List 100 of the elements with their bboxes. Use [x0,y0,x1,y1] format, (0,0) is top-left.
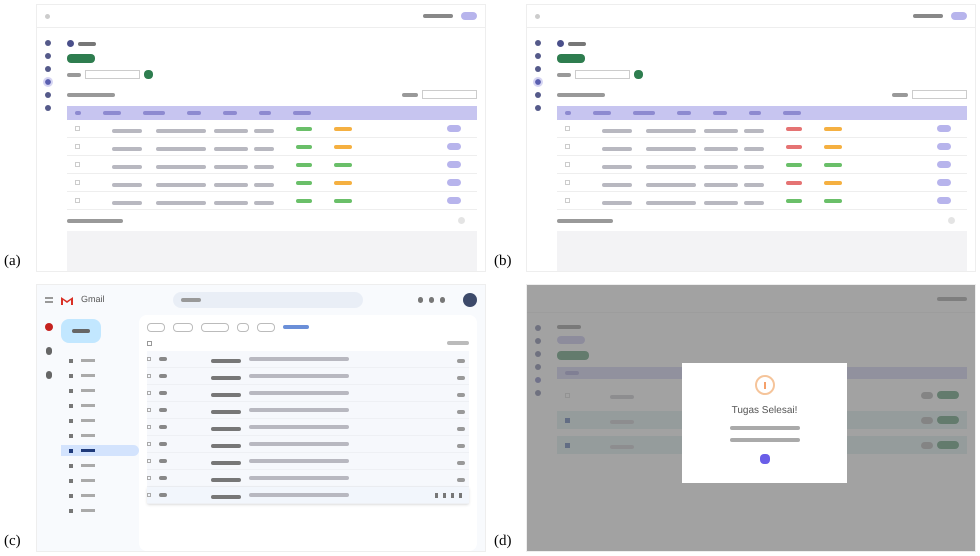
detail-button[interactable] [447,161,461,168]
illegible-text [159,357,167,361]
menu-icon[interactable] [45,14,50,18]
select-field[interactable] [85,70,140,79]
sidebar-icon[interactable] [535,53,541,59]
illegible-text [159,391,167,395]
illegible-text [112,182,142,186]
mail-row[interactable] [147,419,469,436]
search-field[interactable] [912,90,967,99]
illegible-text [646,200,696,204]
filter-chip[interactable] [257,322,275,332]
illegible-text [72,329,90,333]
menu-icon[interactable] [535,14,540,18]
sidebar-icon[interactable] [45,53,51,59]
mail-row[interactable] [147,453,469,470]
filter-chip[interactable] [237,322,249,332]
illegible-text [457,393,465,397]
sidebar-icon[interactable] [535,92,541,98]
mail-row[interactable] [147,351,469,368]
illegible-text [646,128,696,132]
filter-chip[interactable] [147,322,165,332]
filter-chip[interactable] [201,322,229,332]
ok-button[interactable] [760,454,770,464]
detail-button[interactable] [937,197,951,204]
sidebar-icon[interactable] [45,79,51,85]
dialog-title: Tugas Selesai! [732,404,798,418]
mail-row[interactable] [147,385,469,402]
illegible-text [602,146,632,150]
mail-row[interactable] [147,470,469,487]
pagination[interactable] [458,217,465,224]
sidebar-icon[interactable] [45,92,51,98]
meet-rail-icon[interactable] [46,371,52,379]
avatar[interactable] [463,293,477,307]
panel-label: (b) [494,252,512,270]
sidebar-icon[interactable] [45,66,51,72]
sidebar-icon[interactable] [535,105,541,111]
sidebar-icon[interactable] [45,105,51,111]
illegible-text [211,444,241,448]
illegible-text [744,200,764,204]
illegible-text [214,164,248,168]
illegible-text [159,425,167,429]
illegible-text [187,111,201,115]
sidebar-icon[interactable] [535,40,541,46]
illegible-text [214,128,248,132]
illegible-text [159,408,167,412]
illegible-text [67,72,81,76]
user-button[interactable] [461,12,477,20]
mail-row[interactable] [147,436,469,453]
illegible-text [211,495,241,499]
app-logo-text: Gmail [81,293,105,306]
illegible-text [214,200,248,204]
nav-item[interactable] [61,445,139,456]
apply-button[interactable] [634,70,643,79]
illegible-text [211,393,241,397]
illegible-text [602,128,632,132]
detail-button[interactable] [447,197,461,204]
menu-icon[interactable] [45,297,53,303]
page-icon [557,40,564,47]
detail-button[interactable] [447,125,461,132]
select-all-checkbox[interactable] [147,340,152,346]
detail-button[interactable] [937,161,951,168]
pagination[interactable] [948,217,955,224]
illegible-text [67,92,115,96]
search-field[interactable] [422,90,477,99]
add-button[interactable] [67,54,95,63]
mail-rail-icon[interactable] [45,323,53,331]
user-button[interactable] [951,12,967,20]
detail-button[interactable] [937,179,951,186]
filter-chip[interactable] [173,322,193,332]
illegible-text [457,376,465,380]
mail-row[interactable] [147,368,469,385]
illegible-text [159,476,167,480]
illegible-text [457,461,465,465]
illegible-text [646,146,696,150]
apply-button[interactable] [144,70,153,79]
panel-label: (c) [4,532,22,550]
detail-button[interactable] [937,125,951,132]
mail-row[interactable] [147,487,469,504]
illegible-text [112,200,142,204]
sidebar-icon[interactable] [535,66,541,72]
mail-row[interactable] [147,402,469,419]
detail-button[interactable] [447,179,461,186]
panel-label: (a) [4,252,22,270]
compose-button[interactable] [61,319,101,343]
illegible-text [602,164,632,168]
sidebar-icon[interactable] [535,79,541,85]
detail-button[interactable] [937,143,951,150]
chat-rail-icon[interactable] [46,347,52,355]
detail-button[interactable] [447,143,461,150]
sidebar-icon[interactable] [45,40,51,46]
select-field[interactable] [575,70,630,79]
add-button[interactable] [557,54,585,63]
search-field[interactable] [172,292,363,308]
illegible-text [112,164,142,168]
illegible-text [283,325,309,329]
illegible-text [112,128,142,132]
illegible-text [214,182,248,186]
illegible-text [159,459,167,463]
illegible-text [730,426,800,430]
illegible-text [159,374,167,378]
